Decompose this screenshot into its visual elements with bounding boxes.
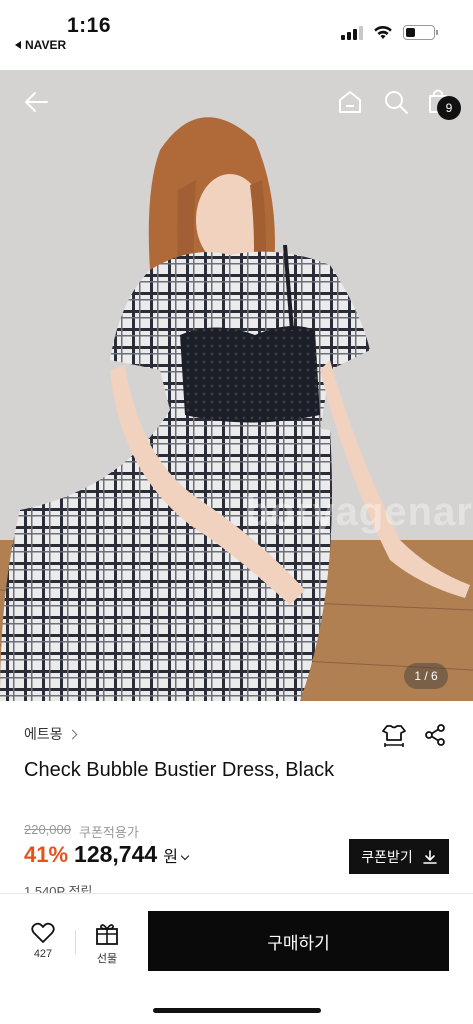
buy-button[interactable]: 구매하기 xyxy=(148,911,449,971)
brand-name: 에트몽 xyxy=(24,726,63,742)
back-to-app-link[interactable]: NAVER xyxy=(15,38,66,52)
currency-label: 원 xyxy=(163,843,190,867)
discount-rate: 41% xyxy=(24,842,69,867)
gift-icon xyxy=(96,924,118,945)
size-guide-icon[interactable] xyxy=(381,723,407,749)
wifi-icon xyxy=(374,25,392,39)
home-icon[interactable] xyxy=(336,88,364,116)
gift-button[interactable]: 선물 xyxy=(82,922,132,966)
heart-icon xyxy=(31,922,55,943)
gift-label: 선물 xyxy=(96,953,118,965)
product-info: 에트몽 Check Bubble Bustier Dress, Black 22… xyxy=(0,701,473,899)
original-price-row: 220,000 쿠폰적용가 xyxy=(24,822,139,841)
coupon-download-button[interactable]: 쿠폰받기 xyxy=(349,839,449,874)
image-watermark: boryagenara xyxy=(245,490,473,534)
status-bar: 1:16 NAVER xyxy=(0,0,473,70)
back-app-label: NAVER xyxy=(25,38,67,52)
chevron-right-icon xyxy=(67,729,78,739)
brand-link[interactable]: 에트몽 xyxy=(24,724,78,744)
sale-price: 128,744 xyxy=(74,841,158,867)
product-title: Check Bubble Bustier Dress, Black xyxy=(24,759,335,781)
download-icon xyxy=(422,849,437,864)
home-indicator xyxy=(153,1008,321,1013)
system-icons xyxy=(341,25,438,40)
search-icon[interactable] xyxy=(382,88,410,116)
cart-count-badge: 9 xyxy=(437,96,461,120)
image-pager: 1 / 6 xyxy=(404,663,448,689)
bottom-action-bar: 427 선물 구매하기 xyxy=(0,893,473,1024)
like-button[interactable]: 427 xyxy=(18,922,68,960)
original-price: 220,000 xyxy=(24,822,71,837)
image-top-nav xyxy=(0,84,473,124)
coupon-price-note: 쿠폰적용가 xyxy=(79,825,139,840)
back-arrow-icon[interactable] xyxy=(22,88,50,116)
chevron-down-icon xyxy=(180,851,190,861)
sale-price-row[interactable]: 41% 128,744 원 xyxy=(24,841,190,868)
divider xyxy=(75,930,76,954)
like-count: 427 xyxy=(33,948,53,960)
cellular-signal-icon xyxy=(341,25,363,40)
status-time: 1:16 xyxy=(67,14,112,37)
product-image[interactable]: boryagenara 9 1 / 6 xyxy=(0,70,473,701)
coupon-button-label: 쿠폰받기 xyxy=(361,848,413,865)
share-icon[interactable] xyxy=(423,723,447,747)
back-triangle-icon xyxy=(15,41,21,49)
battery-icon xyxy=(403,25,438,40)
model-photo xyxy=(0,70,473,701)
product-tools xyxy=(381,723,447,749)
